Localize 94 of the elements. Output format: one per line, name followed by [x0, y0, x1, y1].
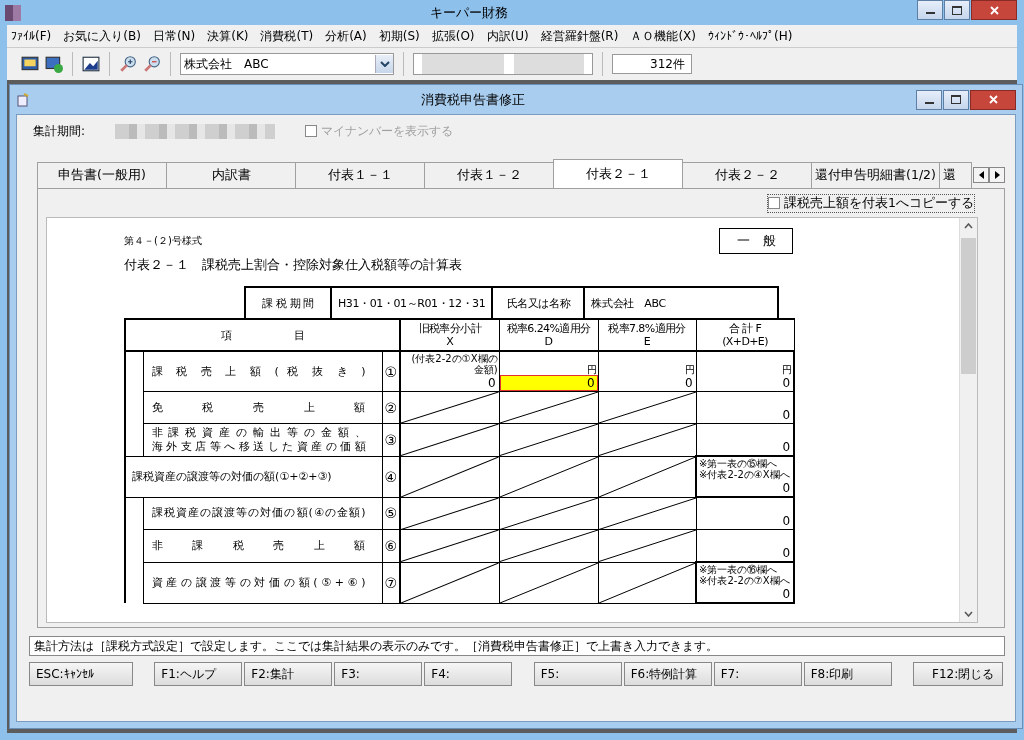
cell-note: 円	[585, 364, 597, 375]
column-header: 旧税率分小計 X	[400, 319, 500, 351]
close-icon	[988, 95, 998, 104]
row-label: 資 産 の 譲 渡 等 の 対 価 の 額 ( ⑤ + ⑥ )	[143, 562, 382, 603]
close-button[interactable]	[971, 0, 1017, 20]
function-key-button[interactable]: F7:	[713, 662, 802, 686]
menu-item[interactable]: 経営羅針盤(R)	[540, 27, 619, 45]
column-header: 税率7.8%適用分 E	[598, 319, 697, 351]
row-number: ⑦	[382, 562, 401, 603]
function-key-button[interactable]: F5:	[533, 662, 622, 686]
table-cell: 課 税 期 間	[245, 287, 331, 318]
dialog-title: 消費税申告書修正	[420, 90, 526, 109]
menu-item[interactable]: 決算(K)	[207, 27, 249, 45]
row-number: ④	[382, 456, 401, 497]
row-number: ⑥	[382, 529, 401, 562]
amount-field[interactable]: 0	[697, 586, 794, 602]
copy-checkbox[interactable]: 課税売上額を付表1へコピーする	[768, 194, 974, 212]
amount-field[interactable]: 0	[697, 480, 794, 496]
amount-field[interactable]: 0	[598, 375, 696, 391]
monitor-icon[interactable]	[21, 55, 39, 73]
row-label: 非 課 税 売 上 額	[143, 529, 382, 562]
category-label: 一 般	[719, 228, 793, 254]
menu-item[interactable]: ﾌｧｲﾙ(F)	[11, 29, 52, 43]
scroll-down-icon[interactable]	[964, 611, 973, 617]
menu-item[interactable]: 拡張(O)	[431, 27, 475, 45]
menu-item[interactable]: 日常(N)	[152, 27, 196, 45]
minimize-button[interactable]	[916, 89, 942, 110]
close-button[interactable]	[970, 89, 1016, 110]
image-icon[interactable]	[82, 55, 100, 73]
function-key-button[interactable]: F3:	[334, 662, 423, 686]
menu-item[interactable]: 消費税(T)	[260, 27, 314, 45]
right-arrow-icon	[994, 171, 1000, 179]
app-icon	[5, 4, 21, 21]
cell-note: ※第一表の⑮欄へ	[699, 458, 779, 469]
window-title: キーパー財務	[429, 3, 509, 22]
amount-field[interactable]: 0	[696, 375, 794, 391]
function-key-button[interactable]: F6:特例計算	[623, 662, 712, 686]
column-header: 項 目	[125, 319, 401, 351]
record-count: 312件	[612, 54, 692, 74]
menu-item[interactable]: お気に入り(B)	[63, 27, 141, 45]
row-label: 課税資産の譲渡等の対価の額(④の金額)	[143, 497, 382, 530]
menu-item[interactable]: 初期(S)	[378, 27, 420, 45]
cell-note: 円	[781, 364, 793, 375]
period-label: 集計期間:	[33, 122, 86, 140]
zoom-in-icon[interactable]	[119, 55, 137, 73]
form-title: 付表２－１ 課税売上割合・控除対象仕入税額等の計算表	[124, 256, 462, 274]
function-key-button[interactable]: F8:印刷	[803, 662, 892, 686]
vertical-scrollbar[interactable]	[959, 218, 977, 622]
maximize-button[interactable]	[943, 89, 969, 110]
left-arrow-icon	[978, 171, 984, 179]
amount-field[interactable]: 0	[499, 375, 598, 391]
row-number: ③	[382, 423, 401, 456]
menu-item[interactable]: 内訳(U)	[486, 27, 529, 45]
table-cell: 株式会社 ABC	[584, 287, 779, 318]
message-bar: 集計方法は［課税方式設定］で設定します。ここでは集計結果の表示のみです。［消費税申告書修正］で上書き入力できます。	[29, 636, 1005, 656]
menu-item[interactable]: ＡＯ機能(X)	[630, 27, 696, 45]
amount-field[interactable]: 0	[401, 375, 499, 391]
company-select[interactable]: 株式会社 ABC	[180, 53, 394, 75]
menu-item[interactable]: 分析(A)	[325, 27, 367, 45]
function-key-button[interactable]: ESC:ｷｬﾝｾﾙ	[29, 662, 133, 686]
cell-note: ※付表2-2の⑦X欄へ	[699, 575, 791, 586]
scroll-left-button[interactable]	[973, 167, 989, 183]
row-number: ①	[382, 351, 401, 392]
function-key-button[interactable]: F4:	[424, 662, 513, 686]
cell-note: (付表2-2の①X欄の金額)	[410, 353, 498, 375]
tab[interactable]: 申告書(一般用)	[37, 162, 167, 188]
row-label: 課税資産の譲渡等の対価の額(①+②+③)	[125, 456, 382, 497]
row-label: 非課税資産の輸出等の金額、 海外支店等へ移送した資産の価額	[143, 423, 382, 456]
function-key-button[interactable]: F12:閉じる	[913, 662, 1003, 686]
document-icon	[16, 92, 30, 107]
close-icon	[989, 5, 999, 15]
row-label: 課 税 売 上 額 ( 税 抜 き )	[143, 351, 382, 392]
column-header: 合 計 F (X+D+E)	[696, 319, 795, 351]
function-key-button[interactable]: F2:集計	[244, 662, 333, 686]
row-number: ⑤	[382, 497, 401, 530]
table-cell: H31・01・01～R01・12・31	[331, 287, 493, 318]
tab[interactable]: 付表２－１	[553, 159, 683, 188]
zoom-out-icon[interactable]	[143, 55, 161, 73]
minimize-button[interactable]	[917, 0, 943, 20]
scroll-up-icon[interactable]	[964, 223, 973, 229]
row-number: ②	[382, 391, 401, 424]
row-label: 免 税 売 上 額	[143, 391, 382, 424]
menu-item[interactable]: ｳｨﾝﾄﾞｳ･ﾍﾙﾌﾟ(H)	[708, 29, 793, 43]
function-key-button[interactable]: F1:ヘルプ	[154, 662, 243, 686]
cell-note: ※第一表の⑯欄へ	[699, 564, 779, 575]
cell-note: 円	[683, 364, 695, 375]
table-cell: 氏名又は名称	[492, 287, 585, 318]
tab[interactable]: 還	[939, 162, 972, 188]
caret-icon	[379, 61, 390, 67]
scroll-right-button[interactable]	[989, 167, 1005, 183]
cell-note: ※付表2-2の④X欄へ	[699, 469, 791, 480]
form-number: 第４－(２)号様式	[124, 234, 203, 248]
maximize-button[interactable]	[944, 0, 970, 20]
column-header: 税率6.24%適用分 D	[499, 319, 599, 351]
